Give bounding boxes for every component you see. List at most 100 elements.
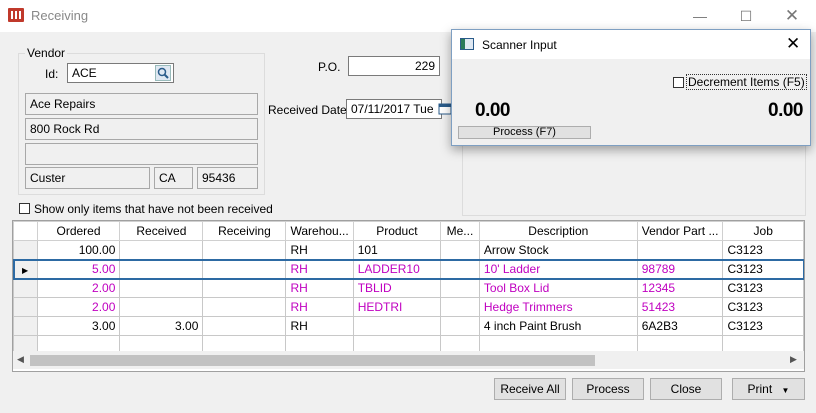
close-button[interactable]: Close [650, 378, 722, 400]
cell-receiving[interactable] [202, 316, 287, 336]
scroll-left-arrow-icon[interactable]: ◀ [17, 354, 24, 365]
print-button-label: Print [747, 382, 773, 396]
cell-product[interactable]: 101 [352, 240, 442, 260]
column-header-job[interactable]: Job [722, 221, 804, 241]
maximize-button[interactable]: ☐ [723, 0, 769, 32]
decrement-items-label: Decrement Items (F5) [686, 74, 807, 90]
cell-receiving[interactable] [202, 259, 287, 279]
calendar-icon[interactable] [438, 101, 452, 116]
row-header[interactable]: ▶ [13, 259, 38, 279]
cell-receiving[interactable] [202, 240, 287, 260]
cell-description[interactable]: Hedge Trimmers [478, 297, 638, 317]
cell-job[interactable]: C3123 [722, 240, 804, 260]
row-header[interactable] [13, 316, 38, 336]
received-date-label: Received Date: [268, 103, 351, 117]
process-button[interactable]: Process [572, 378, 644, 400]
decrement-items-checkbox[interactable] [673, 77, 684, 88]
cell-vendor-part[interactable]: 12345 [636, 278, 724, 298]
row-header[interactable] [13, 278, 38, 298]
scanner-right-value: 0.00 [768, 100, 803, 121]
cell-warehouse[interactable]: RH [285, 259, 354, 279]
table-row[interactable]: 3.00 3.00 RH 4 inch Paint Brush 6A2B3 C3123 [13, 316, 804, 336]
row-header[interactable] [13, 297, 38, 317]
cell-product[interactable] [352, 316, 442, 336]
cell-vendor-part[interactable] [636, 240, 724, 260]
cell-ordered[interactable]: 100.00 [36, 240, 121, 260]
cell-warehouse[interactable]: RH [285, 316, 354, 336]
print-button[interactable]: Print ▼ [732, 378, 805, 400]
cell-me[interactable] [440, 316, 480, 336]
cell-product[interactable]: LADDER10 [352, 259, 442, 279]
title-bar: Receiving — ☐ ✕ [0, 0, 816, 32]
vendor-id-value: ACE [72, 66, 97, 80]
cell-received[interactable] [119, 240, 204, 260]
po-input[interactable]: 229 [348, 56, 440, 76]
column-header-product[interactable]: Product [352, 221, 442, 241]
cell-vendor-part[interactable]: 98789 [636, 259, 724, 279]
app-logo-icon [8, 8, 24, 22]
cell-job[interactable]: C3123 [722, 316, 804, 336]
vendor-zip-field: 95436 [197, 167, 258, 189]
cell-vendor-part[interactable]: 51423 [636, 297, 724, 317]
cell-ordered[interactable]: 2.00 [36, 278, 121, 298]
column-header-me[interactable]: Me... [440, 221, 480, 241]
cell-vendor-part[interactable]: 6A2B3 [636, 316, 724, 336]
minimize-button[interactable]: — [677, 0, 723, 32]
cell-received[interactable] [119, 278, 204, 298]
vendor-group-label: Vendor [25, 46, 68, 60]
column-header-warehouse[interactable]: Warehou... [285, 221, 354, 241]
cell-description[interactable]: 10' Ladder [478, 259, 638, 279]
cell-received[interactable]: 3.00 [119, 316, 204, 336]
table-row[interactable]: 100.00 RH 101 Arrow Stock C3123 [13, 240, 804, 260]
vendor-address2-field [25, 143, 258, 165]
cell-me[interactable] [440, 297, 480, 317]
cell-description[interactable]: Arrow Stock [478, 240, 638, 260]
column-header-receiving[interactable]: Receiving [202, 221, 287, 241]
scanner-close-icon[interactable]: ✕ [786, 34, 800, 54]
cell-product[interactable]: TBLID [352, 278, 442, 298]
receive-all-button[interactable]: Receive All [494, 378, 566, 400]
scanner-window-icon [460, 38, 474, 50]
column-header-vendor-part[interactable]: Vendor Part ... [636, 221, 724, 241]
items-grid[interactable]: Ordered Received Receiving Warehou... Pr… [12, 220, 805, 372]
received-date-input[interactable]: 07/11/2017 Tue [346, 99, 442, 119]
cell-warehouse[interactable]: RH [285, 297, 354, 317]
cell-job[interactable]: C3123 [722, 259, 804, 279]
cell-me[interactable] [440, 259, 480, 279]
cell-product[interactable]: HEDTRI [352, 297, 442, 317]
magnifier-icon[interactable] [155, 65, 171, 81]
cell-receiving[interactable] [202, 297, 287, 317]
cell-ordered[interactable]: 3.00 [36, 316, 121, 336]
scanner-process-button[interactable]: Process (F7) [458, 126, 591, 139]
cell-ordered[interactable]: 5.00 [36, 259, 121, 279]
cell-job[interactable]: C3123 [722, 297, 804, 317]
cell-warehouse[interactable]: RH [285, 240, 354, 260]
column-header-ordered[interactable]: Ordered [36, 221, 121, 241]
row-header[interactable] [13, 240, 38, 260]
cell-warehouse[interactable]: RH [285, 278, 354, 298]
cell-description[interactable]: 4 inch Paint Brush [478, 316, 638, 336]
scroll-right-arrow-icon[interactable]: ▶ [790, 354, 797, 365]
cell-receiving[interactable] [202, 278, 287, 298]
table-row[interactable]: 2.00 RH TBLID Tool Box Lid 12345 C3123 [13, 278, 804, 298]
cell-description[interactable]: Tool Box Lid [478, 278, 638, 298]
scrollbar-thumb[interactable] [30, 355, 595, 366]
close-window-button[interactable]: ✕ [769, 0, 815, 32]
cell-me[interactable] [440, 240, 480, 260]
cell-ordered[interactable]: 2.00 [36, 297, 121, 317]
horizontal-scrollbar[interactable]: ◀ ▶ [13, 351, 804, 369]
scanner-title-bar: Scanner Input ✕ [452, 30, 810, 59]
show-unreceived-checkbox[interactable] [19, 203, 30, 214]
column-header-description[interactable]: Description [478, 221, 638, 241]
table-row[interactable]: ▶ 5.00 RH LADDER10 10' Ladder 98789 C3123 [13, 258, 804, 280]
scanner-title: Scanner Input [482, 38, 557, 52]
cell-received[interactable] [119, 297, 204, 317]
table-row[interactable]: 2.00 RH HEDTRI Hedge Trimmers 51423 C3123 [13, 297, 804, 317]
cell-me[interactable] [440, 278, 480, 298]
po-label: P.O. [318, 60, 341, 74]
scanner-left-value: 0.00 [475, 100, 510, 121]
vendor-name-field: Ace Repairs [25, 93, 258, 115]
cell-job[interactable]: C3123 [722, 278, 804, 298]
cell-received[interactable] [119, 259, 204, 279]
column-header-received[interactable]: Received [119, 221, 204, 241]
